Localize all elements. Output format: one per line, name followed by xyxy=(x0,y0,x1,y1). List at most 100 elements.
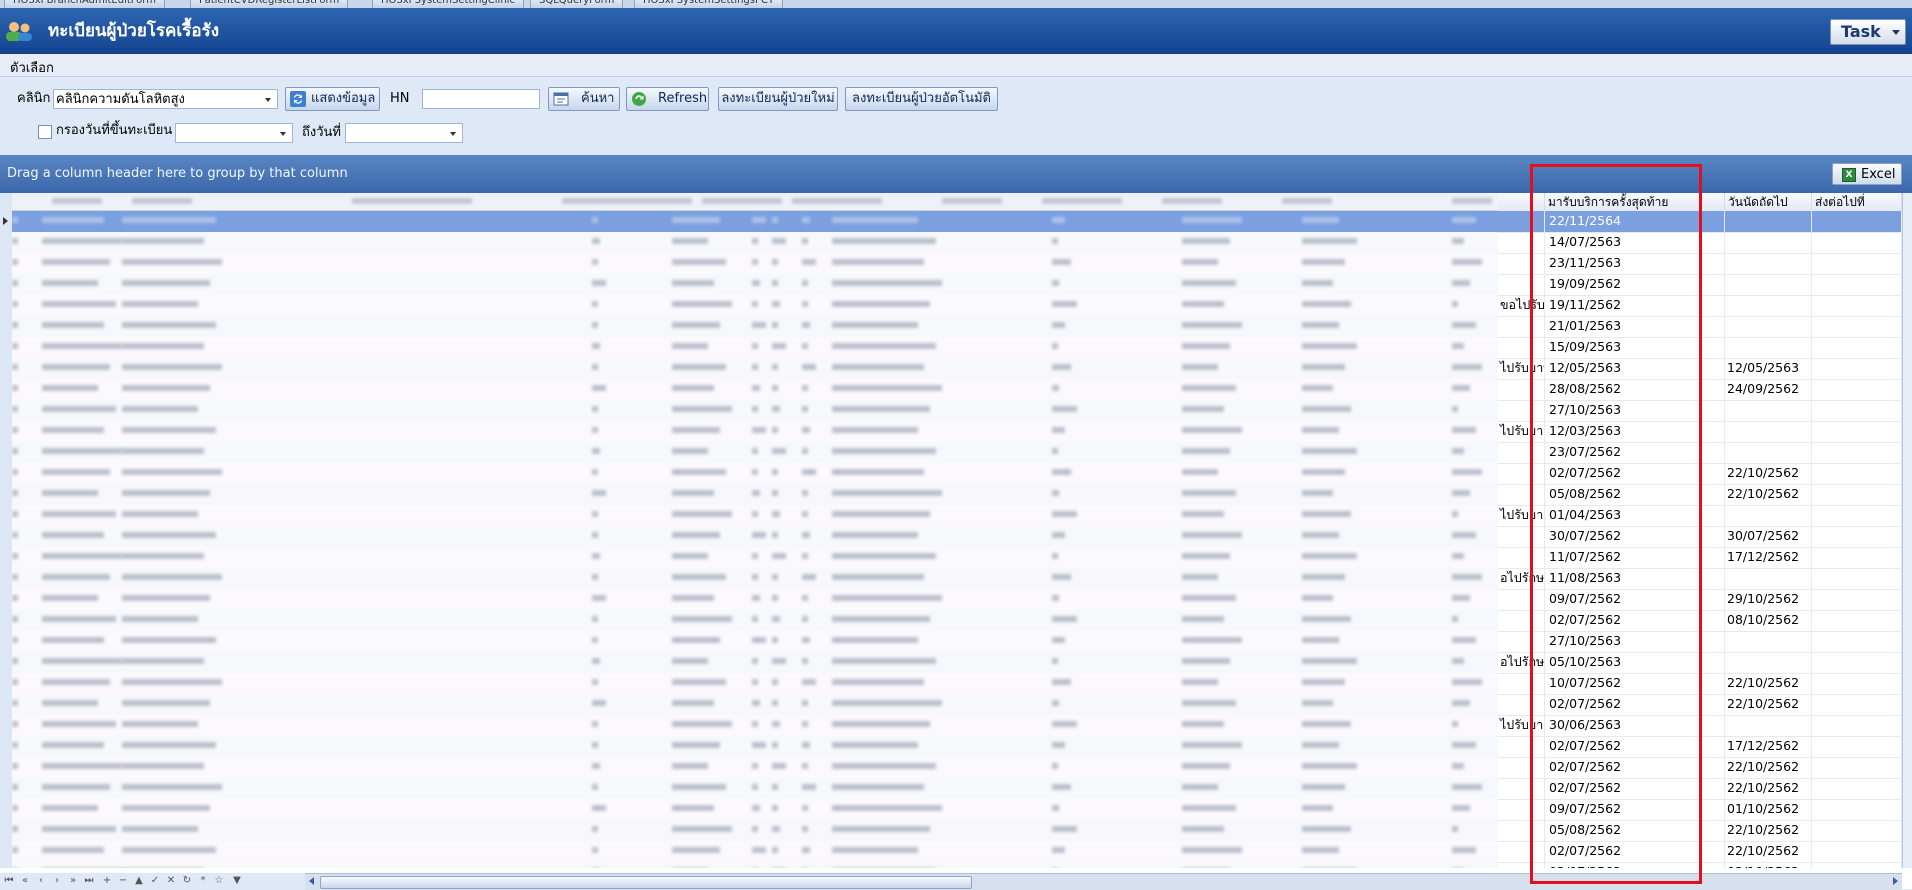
table-row[interactable]: ไปรับยาร:12/03/2563 xyxy=(1498,421,1902,443)
column-header-next-appointment[interactable]: วันนัดถัดไป xyxy=(1725,193,1812,211)
cell-note[interactable] xyxy=(1498,463,1545,484)
cell-next-appointment[interactable] xyxy=(1725,631,1812,652)
scroll-right-icon[interactable] xyxy=(1893,877,1898,885)
nav-filter-icon[interactable]: ▼ xyxy=(232,875,242,887)
redacted-row[interactable] xyxy=(12,610,1498,632)
cell-note[interactable]: ไปรับยาร: xyxy=(1498,421,1545,442)
cell-referred-to[interactable] xyxy=(1812,316,1902,337)
cell-last-visit[interactable]: 15/09/2563 xyxy=(1545,337,1725,358)
redacted-row[interactable] xyxy=(12,841,1498,863)
cell-last-visit[interactable]: 02/07/2562 xyxy=(1545,463,1725,484)
cell-last-visit[interactable]: 03/07/2562 xyxy=(1545,862,1725,868)
cell-last-visit[interactable]: 09/07/2562 xyxy=(1545,589,1725,610)
redacted-row[interactable] xyxy=(12,862,1498,868)
cell-referred-to[interactable] xyxy=(1812,673,1902,694)
cell-last-visit[interactable]: 02/07/2562 xyxy=(1545,736,1725,757)
cell-last-visit[interactable]: 19/09/2562 xyxy=(1545,274,1725,295)
table-row[interactable]: 21/01/2563 xyxy=(1498,316,1902,338)
cell-note[interactable] xyxy=(1498,757,1545,778)
redacted-row[interactable] xyxy=(12,631,1498,653)
table-row[interactable]: 09/07/2562 29/10/2562 xyxy=(1498,589,1902,611)
cell-referred-to[interactable] xyxy=(1812,484,1902,505)
redacted-row[interactable] xyxy=(12,337,1498,359)
cell-referred-to[interactable] xyxy=(1812,211,1902,232)
cell-last-visit[interactable]: 22/11/2564 xyxy=(1545,211,1725,232)
cell-note[interactable] xyxy=(1498,610,1545,631)
redacted-row[interactable] xyxy=(12,505,1498,527)
cell-note[interactable] xyxy=(1498,232,1545,253)
table-row[interactable]: ไปรับยาอ:30/06/2563 xyxy=(1498,715,1902,737)
cell-referred-to[interactable] xyxy=(1812,757,1902,778)
cell-next-appointment[interactable]: 17/12/2562 xyxy=(1725,736,1812,757)
cell-last-visit[interactable]: 02/07/2562 xyxy=(1545,610,1725,631)
table-row[interactable]: 02/07/2562 08/10/2562 xyxy=(1498,610,1902,632)
from-date-select[interactable] xyxy=(175,123,293,143)
cell-referred-to[interactable] xyxy=(1812,400,1902,421)
register-new-patient-button[interactable]: ลงทะเบียนผู้ป่วยใหม่ xyxy=(718,87,838,111)
scroll-left-icon[interactable] xyxy=(309,877,314,885)
cell-last-visit[interactable]: 21/01/2563 xyxy=(1545,316,1725,337)
redacted-row[interactable] xyxy=(12,820,1498,842)
redacted-row[interactable] xyxy=(12,421,1498,443)
cell-referred-to[interactable] xyxy=(1812,652,1902,673)
cell-last-visit[interactable]: 09/07/2562 xyxy=(1545,799,1725,820)
cell-next-appointment[interactable] xyxy=(1725,232,1812,253)
cell-note[interactable] xyxy=(1498,820,1545,841)
cell-last-visit[interactable]: 30/06/2563 xyxy=(1545,715,1725,736)
table-row[interactable]: 11/07/2562 17/12/2562 xyxy=(1498,547,1902,569)
cell-next-appointment[interactable]: 30/07/2562 xyxy=(1725,526,1812,547)
cell-next-appointment[interactable]: 22/10/2562 xyxy=(1725,484,1812,505)
nav-next-page-icon[interactable]: » xyxy=(68,875,78,887)
cell-note[interactable] xyxy=(1498,274,1545,295)
table-row[interactable]: 03/07/256203/10/2562 xyxy=(1498,862,1902,868)
table-row[interactable]: ไปรับยาที่12/05/256312/05/2563 xyxy=(1498,358,1902,380)
redacted-row[interactable] xyxy=(12,589,1498,611)
redacted-row[interactable] xyxy=(12,316,1498,338)
nav-goto-bookmark-icon[interactable]: ☆ xyxy=(214,875,224,887)
cell-note[interactable] xyxy=(1498,400,1545,421)
cell-note[interactable] xyxy=(1498,778,1545,799)
table-row[interactable]: อไปรักษา05/10/2563 xyxy=(1498,652,1902,674)
cell-referred-to[interactable] xyxy=(1812,358,1902,379)
cell-note[interactable] xyxy=(1498,211,1545,232)
redacted-row[interactable] xyxy=(12,211,1498,233)
cell-last-visit[interactable]: 05/10/2563 xyxy=(1545,652,1725,673)
cell-referred-to[interactable] xyxy=(1812,568,1902,589)
register-auto-patient-button[interactable]: ลงทะเบียนผู้ป่วยอัตโนมัติ xyxy=(845,87,998,111)
table-row[interactable]: 28/08/2562 24/09/2562 xyxy=(1498,379,1902,401)
cell-last-visit[interactable]: 02/07/2562 xyxy=(1545,757,1725,778)
cell-note[interactable] xyxy=(1498,631,1545,652)
cell-referred-to[interactable] xyxy=(1812,862,1902,868)
cell-next-appointment[interactable]: 22/10/2562 xyxy=(1725,673,1812,694)
cell-next-appointment[interactable]: 22/10/2562 xyxy=(1725,841,1812,862)
cell-next-appointment[interactable] xyxy=(1725,211,1812,232)
cell-next-appointment[interactable]: 22/10/2562 xyxy=(1725,778,1812,799)
cell-last-visit[interactable]: 23/11/2563 xyxy=(1545,253,1725,274)
nav-post-icon[interactable]: ✓ xyxy=(150,875,160,887)
table-row[interactable]: 02/07/2562 22/10/2562 xyxy=(1498,778,1902,800)
redacted-row[interactable] xyxy=(12,736,1498,758)
cell-last-visit[interactable]: 19/11/2562 xyxy=(1545,295,1725,316)
nav-next-icon[interactable]: › xyxy=(52,875,62,887)
cell-note[interactable] xyxy=(1498,736,1545,757)
cell-referred-to[interactable] xyxy=(1812,421,1902,442)
cell-referred-to[interactable] xyxy=(1812,295,1902,316)
cell-next-appointment[interactable] xyxy=(1725,295,1812,316)
cell-next-appointment[interactable]: 22/10/2562 xyxy=(1725,694,1812,715)
cell-note[interactable] xyxy=(1498,253,1545,274)
redacted-row[interactable] xyxy=(12,778,1498,800)
cell-next-appointment[interactable]: 03/10/2562 xyxy=(1725,862,1812,868)
export-excel-button[interactable]: X Excel xyxy=(1832,163,1902,185)
search-button[interactable]: ค้นหา xyxy=(548,87,620,111)
table-row[interactable]: 27/10/2563 xyxy=(1498,631,1902,653)
cell-last-visit[interactable]: 11/07/2562 xyxy=(1545,547,1725,568)
column-header-note[interactable] xyxy=(1498,193,1545,211)
table-row[interactable]: 14/07/2563 xyxy=(1498,232,1902,254)
cell-next-appointment[interactable]: 08/10/2562 xyxy=(1725,610,1812,631)
cell-referred-to[interactable] xyxy=(1812,379,1902,400)
clinic-select[interactable]: คลินิกความดันโลหิตสูง xyxy=(53,89,278,109)
cell-next-appointment[interactable]: 24/09/2562 xyxy=(1725,379,1812,400)
tab-cvd-register[interactable]: PatientCVDRegisterListForm xyxy=(190,0,349,8)
cell-note[interactable]: อไปรักษา xyxy=(1498,568,1545,589)
cell-next-appointment[interactable] xyxy=(1725,316,1812,337)
